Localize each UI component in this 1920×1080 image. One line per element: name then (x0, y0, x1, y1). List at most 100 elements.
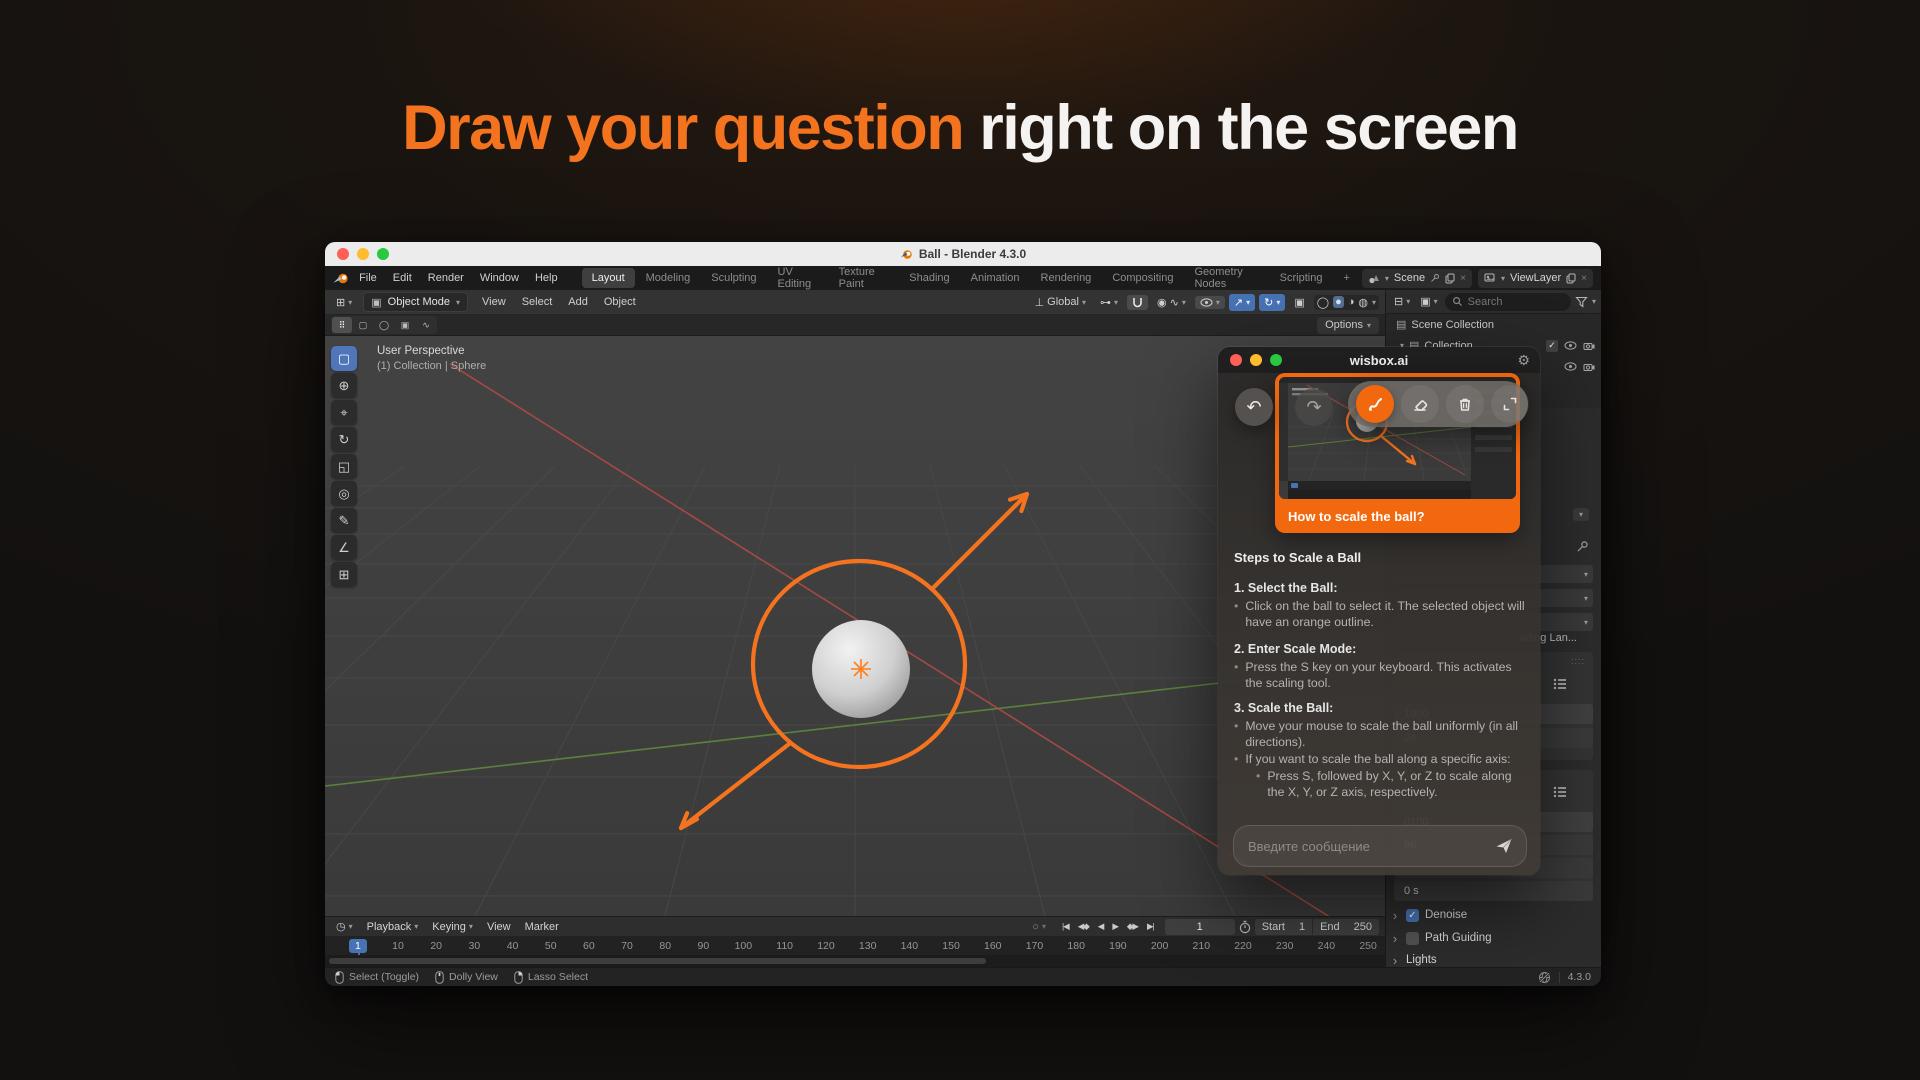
list-icon[interactable] (1553, 678, 1567, 690)
clear-trash-button[interactable] (1446, 385, 1484, 423)
timeline-track[interactable] (325, 955, 1385, 967)
current-frame-field[interactable]: 1 (1165, 919, 1235, 935)
shading-solid-button[interactable]: ● (1333, 296, 1344, 308)
outliner-row-scene-collection[interactable]: ▤Scene Collection (1386, 314, 1601, 335)
snap-target-button[interactable]: ⊶ ▾ (1095, 294, 1123, 311)
transport-button[interactable]: ◀◆ (1074, 919, 1093, 934)
workspace-tab[interactable]: + (1333, 268, 1359, 288)
copy-icon[interactable] (1566, 273, 1576, 284)
panel-lights[interactable]: › Lights (1390, 949, 1599, 967)
workspace-tab[interactable]: Animation (961, 268, 1030, 288)
pin-icon[interactable] (1576, 540, 1589, 553)
transport-button[interactable]: ◀ (1094, 919, 1108, 934)
undo-button[interactable]: ↶ (1235, 388, 1273, 426)
tool-button[interactable]: ⊕ (331, 373, 357, 398)
autokey-button[interactable]: ○ ▾ (1027, 919, 1051, 935)
xray-button[interactable]: ▣ (1289, 294, 1309, 311)
checkbox-checked-icon[interactable]: ✓ (1406, 909, 1419, 922)
tool-button[interactable]: ∠ (331, 535, 357, 560)
editor-type-button[interactable]: ⊞ ▾ (331, 294, 357, 311)
redo-button[interactable]: ↷ (1295, 388, 1333, 426)
unlink-icon[interactable]: × (1581, 273, 1587, 284)
panel-denoise[interactable]: › ✓ Denoise (1390, 904, 1599, 926)
tool-button[interactable]: ◎ (331, 481, 357, 506)
pin-icon[interactable] (1430, 273, 1440, 283)
properties-value-field[interactable]: 0 s (1394, 881, 1593, 901)
stopwatch-icon[interactable] (1238, 920, 1252, 934)
keying-menu[interactable]: Keying▾ (427, 921, 478, 933)
timeline-editor-type-button[interactable]: ◷ ▾ (331, 918, 358, 935)
gizmo-button[interactable]: ↗ ▾ (1229, 294, 1255, 311)
camera-icon[interactable] (1583, 362, 1595, 372)
tool-button[interactable]: ◱ (331, 454, 357, 479)
camera-icon[interactable] (1583, 341, 1595, 351)
select-mode-button[interactable]: ⠿ (332, 317, 352, 333)
overlays-button[interactable]: ↻ ▾ (1259, 294, 1285, 311)
outliner-search[interactable] (1445, 293, 1571, 311)
menubar-item[interactable]: Render (420, 269, 472, 287)
orientation-selector[interactable]: ⊥ Global ▾ (1030, 294, 1091, 311)
workspace-tab[interactable]: Compositing (1102, 268, 1183, 288)
menubar-item[interactable]: Help (527, 269, 566, 287)
eye-icon[interactable] (1564, 341, 1577, 350)
menubar-item[interactable]: Edit (385, 269, 420, 287)
chevron-down-icon[interactable]: ▾ (1573, 508, 1589, 521)
checkbox-icon[interactable]: ✓ (1546, 340, 1558, 352)
gear-icon[interactable]: ⚙ (1517, 352, 1530, 369)
snap-magnet-button[interactable] (1127, 295, 1148, 310)
expand-icon[interactable]: › (1390, 953, 1400, 968)
shading-wireframe-button[interactable]: ◯ (1317, 296, 1329, 309)
options-button[interactable]: Options▾ (1317, 317, 1379, 334)
scene-selector[interactable]: ▾ Scene × (1362, 269, 1472, 288)
send-icon[interactable] (1494, 836, 1514, 856)
search-input[interactable] (1468, 296, 1538, 308)
viewport-menu-item[interactable]: View (474, 293, 514, 311)
tool-button[interactable]: ▢ (331, 346, 357, 371)
transport-button[interactable]: ▶| (1143, 919, 1158, 934)
view-menu[interactable]: View (482, 921, 516, 933)
workspace-tab[interactable]: Layout (582, 268, 635, 288)
tool-button[interactable]: ⊞ (331, 562, 357, 587)
timeline-ruler[interactable]: 1102030405060708090100110120130140150160… (325, 936, 1385, 955)
select-mode-button[interactable]: ◯ (374, 317, 394, 333)
transport-button[interactable]: ◆▶ (1123, 919, 1142, 934)
unlink-icon[interactable]: × (1460, 273, 1466, 284)
outliner-display-mode[interactable]: ⊟ ▾ (1391, 294, 1413, 309)
transport-button[interactable]: ▶ (1108, 919, 1122, 934)
expand-icon[interactable]: › (1390, 908, 1400, 923)
select-mode-button[interactable]: ▢ (353, 317, 373, 333)
shading-material-button[interactable]: ◑ (1348, 296, 1355, 308)
menubar-item[interactable]: File (351, 269, 385, 287)
marker-menu[interactable]: Marker (520, 921, 564, 933)
eraser-button[interactable] (1401, 385, 1439, 423)
tool-button[interactable]: ⌖ (331, 400, 357, 425)
mode-selector[interactable]: ▣Object Mode▾ (363, 292, 468, 312)
panel-path-guiding[interactable]: › Path Guiding (1390, 927, 1599, 949)
select-mode-button[interactable]: ▣ (395, 317, 415, 333)
tool-button[interactable]: ↻ (331, 427, 357, 452)
viewport-menu-item[interactable]: Object (596, 293, 644, 311)
workspace-tab[interactable]: Scripting (1270, 268, 1333, 288)
viewlayer-selector[interactable]: ▾ ViewLayer × (1478, 269, 1593, 288)
draw-tool-button[interactable] (1356, 385, 1394, 423)
transport-button[interactable]: |◀ (1058, 919, 1073, 934)
resize-capture-button[interactable] (1491, 385, 1529, 423)
proportional-edit-button[interactable]: ◉ ∿ ▾ (1152, 294, 1191, 311)
expand-icon[interactable]: › (1390, 931, 1400, 946)
workspace-tab[interactable]: Sculpting (701, 268, 766, 288)
workspace-tab[interactable]: Rendering (1031, 268, 1102, 288)
visibility-dropdown[interactable]: ▾ (1195, 296, 1225, 309)
shading-rendered-button[interactable]: ◍ (1358, 296, 1368, 309)
viewport-menu-item[interactable]: Add (560, 293, 596, 311)
copy-icon[interactable] (1445, 273, 1455, 284)
workspace-tab[interactable]: Shading (899, 268, 959, 288)
list-icon[interactable] (1553, 786, 1567, 798)
playback-menu[interactable]: Playback▾ (362, 921, 424, 933)
checkbox-empty-icon[interactable] (1406, 932, 1419, 945)
workspace-tab[interactable]: Modeling (636, 268, 701, 288)
menubar-item[interactable]: Window (472, 269, 527, 287)
eye-icon[interactable] (1564, 362, 1577, 371)
select-mode-button[interactable]: ∿ (416, 317, 436, 333)
filter-funnel-icon[interactable] (1575, 296, 1588, 308)
timeline-scrollbar[interactable] (329, 958, 986, 964)
